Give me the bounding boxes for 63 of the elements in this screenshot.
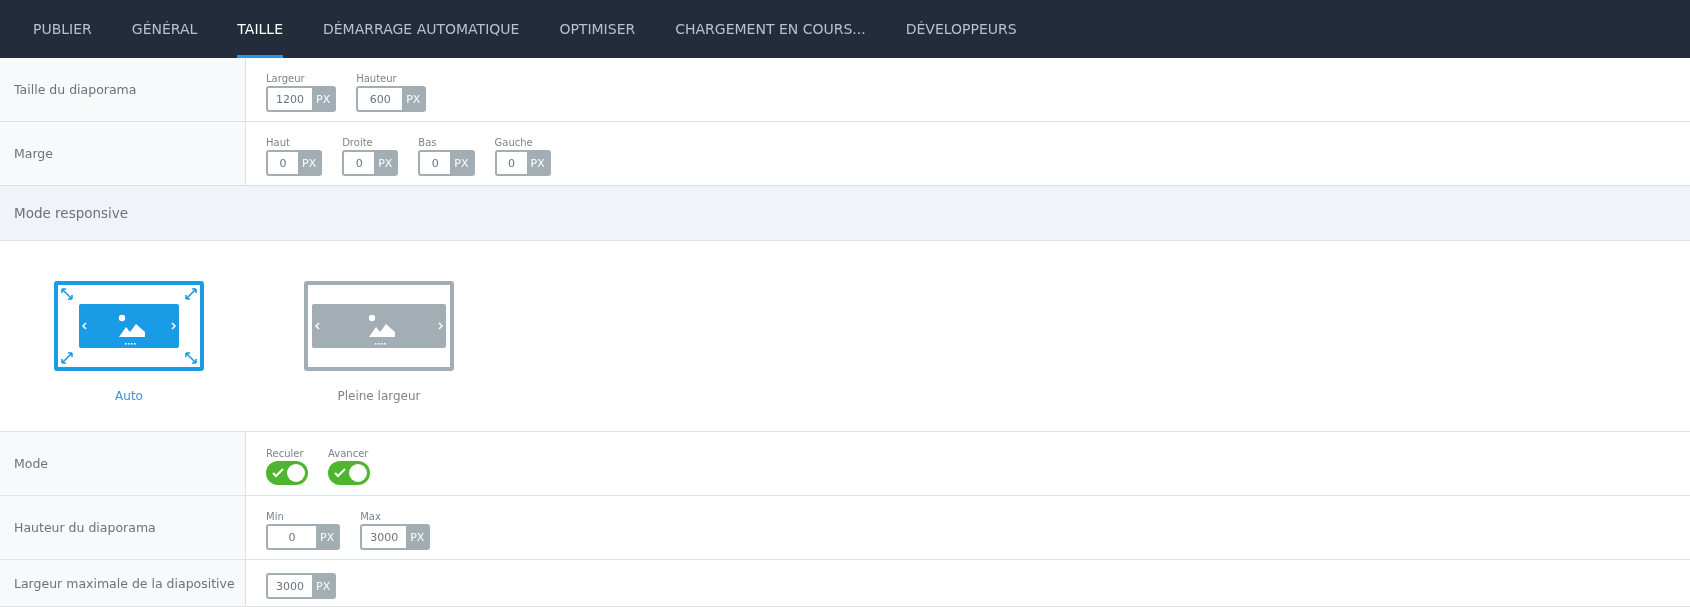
tab[interactable]: GÉNÉRAL bbox=[131, 0, 198, 58]
slider-image-icon bbox=[312, 304, 446, 348]
unit-label: PX bbox=[406, 526, 429, 548]
number-input-field[interactable]: 3000 PX bbox=[266, 573, 337, 599]
number-input-field[interactable]: 600 PX bbox=[356, 86, 427, 112]
field-label: Droite bbox=[342, 137, 374, 148]
unit-label: PX bbox=[298, 152, 321, 174]
section-title: Mode responsive bbox=[14, 205, 129, 221]
toggle-switch[interactable] bbox=[328, 461, 370, 485]
number-input[interactable]: 1200 bbox=[268, 88, 312, 110]
mode-option-card[interactable] bbox=[304, 281, 454, 371]
tab[interactable]: DÉMARRAGE AUTOMATIQUE bbox=[323, 0, 520, 58]
number-input-field[interactable]: 0 PX bbox=[342, 150, 399, 176]
field-label: Gauche bbox=[494, 137, 534, 148]
check-icon bbox=[334, 468, 346, 478]
field-label: Largeur bbox=[266, 73, 306, 84]
number-input[interactable]: 0 bbox=[420, 152, 451, 174]
field-label: Haut bbox=[266, 137, 291, 148]
number-input-field[interactable]: 0 PX bbox=[266, 524, 341, 550]
number-input-field[interactable]: 1200 PX bbox=[266, 86, 337, 112]
tab[interactable]: CHARGEMENT EN COURS... bbox=[675, 0, 866, 58]
resize-arrow-icon bbox=[185, 288, 197, 300]
resize-arrow-icon bbox=[61, 352, 73, 364]
toggle-label: Avancer bbox=[328, 448, 370, 459]
mode-label: Pleine largeur bbox=[337, 389, 421, 403]
setting-label: Hauteur du diaporama bbox=[14, 520, 156, 535]
tab[interactable]: PUBLIER bbox=[33, 0, 92, 58]
setting-label: Marge bbox=[14, 146, 53, 161]
setting-label: Largeur maximale de la diapositive bbox=[14, 575, 235, 591]
toggle-label: Reculer bbox=[266, 448, 305, 459]
number-input[interactable]: 0 bbox=[496, 152, 527, 174]
resize-arrow-icon bbox=[185, 352, 197, 364]
number-input[interactable]: 3000 bbox=[362, 526, 407, 548]
unit-label: PX bbox=[312, 88, 335, 110]
unit-label: PX bbox=[316, 526, 339, 548]
field-label: Max bbox=[360, 511, 382, 522]
number-input[interactable]: 0 bbox=[268, 152, 298, 174]
setting-label: Taille du diaporama bbox=[14, 82, 137, 97]
toggle-switch[interactable] bbox=[266, 461, 308, 485]
check-icon bbox=[272, 468, 284, 478]
unit-label: PX bbox=[312, 575, 335, 597]
field-label: Min bbox=[266, 511, 285, 522]
number-input[interactable]: 600 bbox=[358, 88, 403, 110]
tab[interactable]: OPTIMISER bbox=[559, 0, 636, 58]
number-input[interactable]: 0 bbox=[344, 152, 375, 174]
number-input[interactable]: 3000 bbox=[268, 575, 312, 597]
number-input-field[interactable]: 3000 PX bbox=[360, 524, 431, 550]
number-input-field[interactable]: 0 PX bbox=[494, 150, 551, 176]
field-label: Bas bbox=[418, 137, 438, 148]
unit-label: PX bbox=[450, 152, 473, 174]
mode-option-card[interactable] bbox=[54, 281, 204, 371]
field-label: Hauteur bbox=[356, 73, 398, 84]
number-input-field[interactable]: 0 PX bbox=[266, 150, 323, 176]
slider-image-icon bbox=[79, 304, 179, 348]
number-input[interactable]: 0 bbox=[268, 526, 316, 548]
unit-label: PX bbox=[526, 152, 549, 174]
setting-label: Mode bbox=[14, 456, 49, 471]
unit-label: PX bbox=[402, 88, 425, 110]
mode-label: Auto bbox=[115, 389, 143, 403]
number-input-field[interactable]: 0 PX bbox=[418, 150, 475, 176]
tab[interactable]: DÉVELOPPEURS bbox=[905, 0, 1017, 58]
unit-label: PX bbox=[374, 152, 397, 174]
resize-arrow-icon bbox=[61, 288, 73, 300]
